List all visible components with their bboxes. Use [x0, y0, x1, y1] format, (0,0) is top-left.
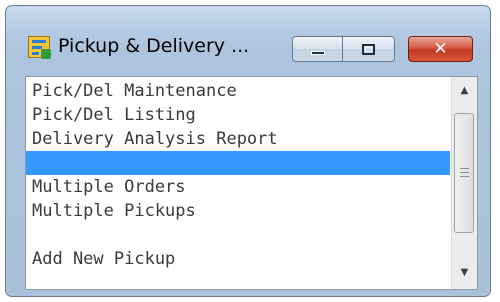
window-frame: Pickup & Delivery ... ✕ Pick/Del Mainten… [5, 5, 491, 297]
list-item-delivery-analysis-report[interactable]: Delivery Analysis Report [26, 127, 450, 151]
list-item-add-new-pickup[interactable]: Add New Pickup [26, 247, 450, 271]
application-icon[interactable] [28, 36, 51, 59]
minimize-icon [311, 51, 325, 55]
icon-bar [32, 40, 46, 43]
title-bar[interactable]: Pickup & Delivery ... ✕ [6, 6, 490, 70]
icon-badge [41, 49, 51, 59]
grip-line [460, 168, 469, 169]
grip-line [460, 172, 469, 173]
minimize-button[interactable] [292, 36, 343, 62]
window-title: Pickup & Delivery ... [58, 35, 250, 57]
scroll-up-arrow-icon[interactable]: ▲ [452, 79, 477, 103]
list-item-pick-del-maintenance[interactable]: Pick/Del Maintenance [26, 79, 450, 103]
menu-listbox[interactable]: Pick/Del Maintenance Pick/Del Listing De… [25, 76, 478, 290]
list-item-selected-blank[interactable] [26, 151, 450, 175]
list-item-multiple-pickups[interactable]: Multiple Pickups [26, 199, 450, 223]
scroll-thumb[interactable] [454, 113, 474, 233]
close-button[interactable]: ✕ [408, 36, 473, 62]
icon-bar [32, 52, 39, 55]
list-item-blank[interactable] [26, 223, 450, 247]
close-icon: ✕ [433, 39, 448, 59]
list-item-multiple-orders[interactable]: Multiple Orders [26, 175, 450, 199]
icon-bar [32, 46, 42, 49]
grip-line [460, 176, 469, 177]
maximize-button[interactable] [343, 36, 395, 62]
menu-list: Pick/Del Maintenance Pick/Del Listing De… [26, 77, 450, 289]
vertical-scrollbar[interactable]: ▲ ▼ [451, 77, 477, 289]
list-item-pick-del-listing[interactable]: Pick/Del Listing [26, 103, 450, 127]
maximize-icon [362, 44, 375, 55]
scroll-down-arrow-icon[interactable]: ▼ [452, 261, 477, 285]
